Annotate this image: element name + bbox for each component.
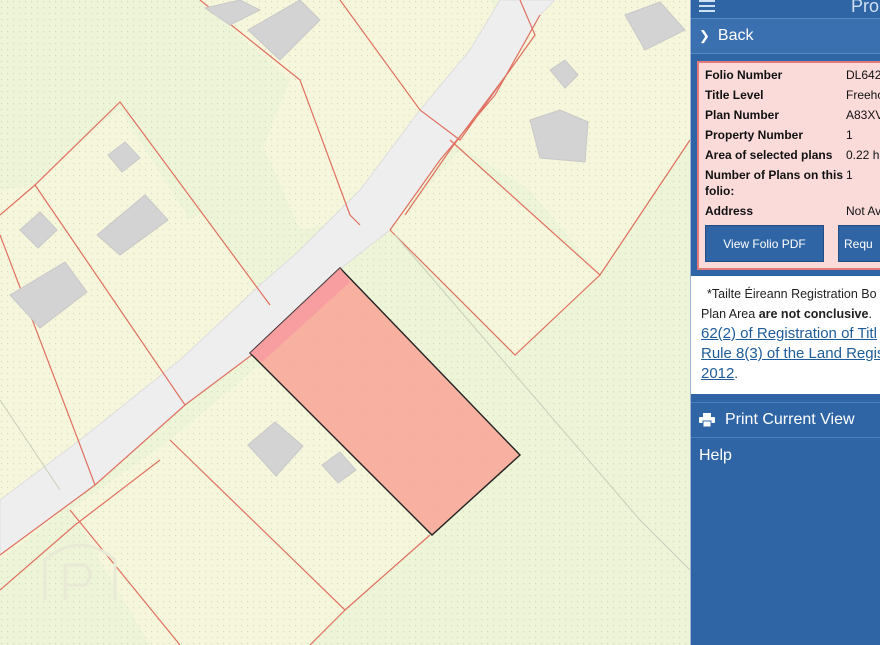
back-button[interactable]: ❯ Back [691, 18, 880, 54]
help-button[interactable]: Help [691, 438, 880, 474]
registration-of-title-link[interactable]: 62(2) of Registration of Titl [701, 325, 877, 342]
panel-title: Pro [851, 0, 880, 16]
map-canvas[interactable] [0, 0, 690, 645]
rules-2012-link[interactable]: 2012 [701, 365, 734, 382]
info-row-folio-number: Folio Number DL642 [705, 67, 880, 83]
info-row-area: Area of selected plans 0.22 h [705, 147, 880, 163]
folio-info-box: Folio Number DL642 Title Level Freeho Pl… [697, 61, 880, 270]
back-label: Back [717, 27, 754, 44]
map-view[interactable] [0, 0, 690, 645]
menu-icon[interactable] [699, 0, 715, 12]
info-row-address: Address Not Av [705, 203, 880, 219]
info-row-property-number: Property Number 1 [705, 127, 880, 143]
side-panel: Pro ❯ Back Folio Number DL642 Title Leve… [690, 0, 880, 645]
land-registry-rule-link[interactable]: Rule 8(3) of the Land Regis [701, 345, 880, 362]
info-value: Not Av [846, 204, 880, 218]
disclaimer-text: . [734, 367, 738, 381]
info-value: DL642 [846, 68, 880, 82]
disclaimer-bold: are not conclusive [758, 307, 869, 321]
disclaimer-text: . [868, 307, 872, 321]
disclaimer-line: Plan Area are not conclusive. [701, 304, 880, 324]
info-label: Title Level [705, 88, 764, 102]
request-button[interactable]: Requ [838, 225, 880, 262]
print-label: Print Current View [725, 411, 855, 428]
info-value: 1 [846, 128, 853, 142]
info-label: Area of selected plans [705, 148, 833, 162]
info-row-number-of-plans: Number of Plans on this folio: 1 [705, 167, 880, 199]
info-value: 0.22 h [846, 148, 880, 162]
printer-icon [699, 413, 715, 427]
help-label: Help [699, 447, 732, 464]
info-row-plan-number: Plan Number A83XV [705, 107, 880, 123]
info-label: Property Number [705, 128, 804, 142]
info-label: Plan Number [705, 108, 780, 122]
info-value: A83XV [846, 108, 880, 122]
disclaimer-line: *Tailte Éireann Registration Bo [707, 287, 877, 301]
info-buttons: View Folio PDF Requ [705, 225, 880, 262]
info-value: 1 [846, 168, 853, 182]
print-current-view-button[interactable]: Print Current View [691, 402, 880, 438]
view-folio-pdf-button[interactable]: View Folio PDF [705, 225, 824, 262]
info-value: Freeho [846, 88, 880, 102]
info-label: Folio Number [705, 68, 783, 82]
info-label: Address [705, 204, 754, 218]
panel-header: Pro [691, 0, 880, 18]
info-row-title-level: Title Level Freeho [705, 87, 880, 103]
disclaimer-box: *Tailte Éireann Registration Bo Plan Are… [691, 276, 880, 394]
disclaimer-text: Plan Area [701, 307, 759, 321]
info-label: Number of Plans on this folio: [705, 168, 844, 198]
chevron-right-icon: ❯ [699, 28, 710, 43]
